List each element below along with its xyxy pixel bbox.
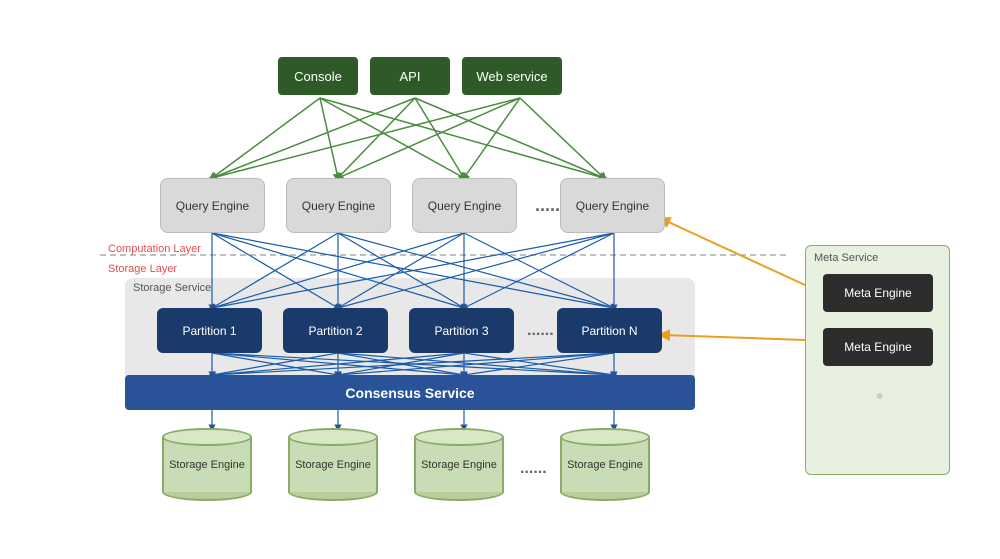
meta-engine-dots: • <box>876 386 883 409</box>
computation-layer-label: Computation Layer <box>108 243 201 255</box>
meta-service-container: Meta Service Meta Engine Meta Engine • <box>805 245 950 475</box>
query-engine-2: Query Engine <box>286 178 391 233</box>
meta-service-title: Meta Service <box>814 252 878 264</box>
partition-2: Partition 2 <box>283 308 388 353</box>
partition-dots: ...... <box>527 322 554 340</box>
partition-1: Partition 1 <box>157 308 262 353</box>
cylinder-top-2 <box>288 428 378 446</box>
cylinder-top-1 <box>162 428 252 446</box>
storage-engine-dots: ...... <box>520 460 547 478</box>
storage-engine-2: Storage Engine <box>288 428 378 501</box>
storage-service-label: Storage Service <box>133 282 211 294</box>
storage-engine-1: Storage Engine <box>162 428 252 501</box>
query-engine-3: Query Engine <box>412 178 517 233</box>
query-engine-4: Query Engine <box>560 178 665 233</box>
console-button[interactable]: Console <box>278 57 358 95</box>
query-engine-1: Query Engine <box>160 178 265 233</box>
web-service-button[interactable]: Web service <box>462 57 562 95</box>
architecture-diagram: Console API Web service Query Engine Que… <box>0 0 1000 559</box>
meta-engine-1: Meta Engine <box>823 274 933 312</box>
partition-3: Partition 3 <box>409 308 514 353</box>
storage-layer-label: Storage Layer <box>108 263 177 275</box>
storage-engine-3: Storage Engine <box>414 428 504 501</box>
cylinder-top-3 <box>414 428 504 446</box>
meta-engine-2: Meta Engine <box>823 328 933 366</box>
cylinder-top-n <box>560 428 650 446</box>
api-button[interactable]: API <box>370 57 450 95</box>
storage-engine-n: Storage Engine <box>560 428 650 501</box>
consensus-service: Consensus Service <box>125 375 695 410</box>
partition-n: Partition N <box>557 308 662 353</box>
